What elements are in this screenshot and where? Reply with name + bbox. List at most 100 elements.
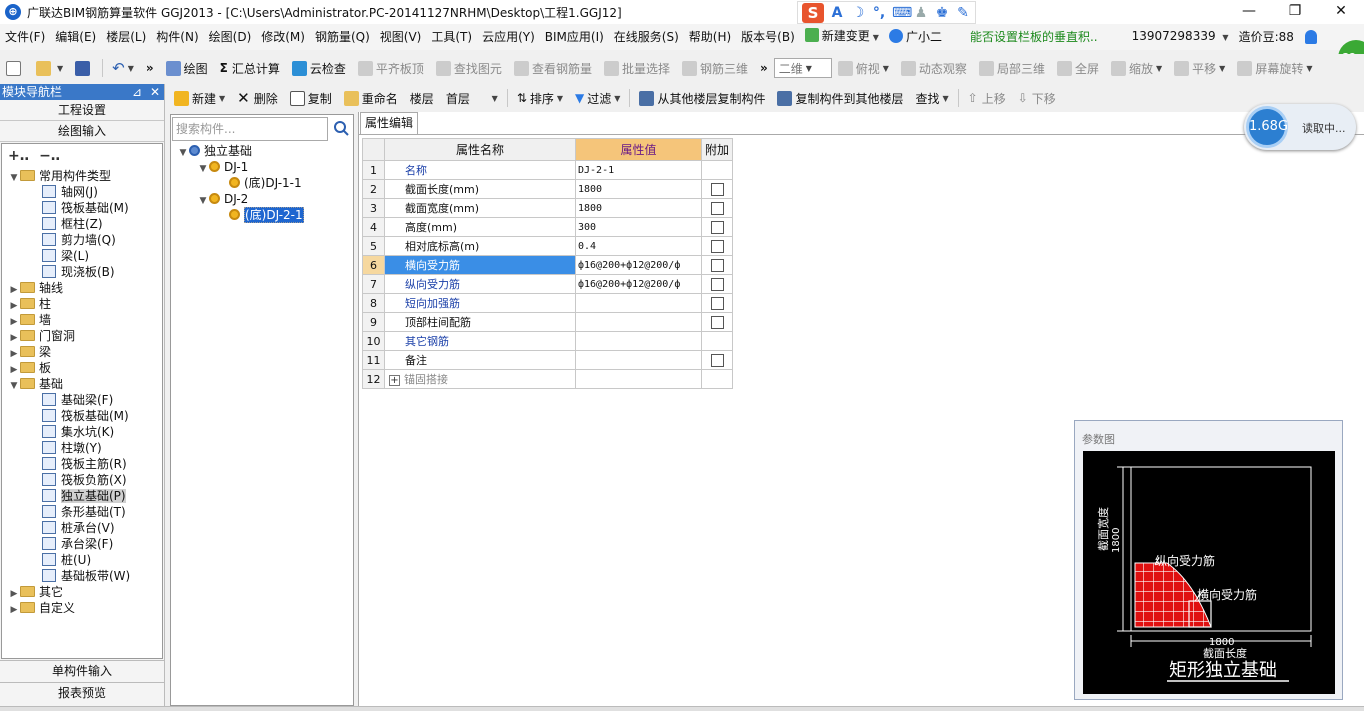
copy-button[interactable]: 复制: [284, 86, 338, 110]
notice-link[interactable]: 能否设置栏板的垂直积..: [965, 24, 1103, 50]
property-row[interactable]: 7 纵向受力筋 ф16@200+ф12@200/ф: [362, 274, 733, 294]
component-tree-item[interactable]: (底)DJ-1-1: [171, 175, 353, 191]
nav-close-icon[interactable]: ✕: [150, 84, 160, 100]
find-button[interactable]: 查找 ▼: [909, 86, 954, 110]
zoom-button[interactable]: 缩放 ▼: [1105, 56, 1168, 80]
nav-tree-item[interactable]: 现浇板(B): [2, 264, 162, 280]
copy-to-floor-button[interactable]: 复制构件到其他楼层: [771, 86, 909, 110]
close-button[interactable]: ✕: [1318, 0, 1364, 24]
floor-select[interactable]: 首层 ▼: [440, 86, 504, 110]
memory-usage-badge[interactable]: 1.68G 读取中...: [1244, 104, 1356, 150]
nav-tree-item[interactable]: 筏板基础(M): [2, 408, 162, 424]
menu-assistant[interactable]: 广小二: [884, 24, 947, 50]
component-tree-item[interactable]: ▼ 独立基础: [171, 143, 353, 159]
property-value-field[interactable]: [575, 369, 702, 389]
nav-tree-item[interactable]: 梁(L): [2, 248, 162, 264]
local-3d-button[interactable]: 局部三维: [973, 56, 1051, 80]
rebar-3d-button[interactable]: 钢筋三维: [676, 56, 754, 80]
keyboard-icon[interactable]: ⌨: [892, 5, 912, 21]
search-input[interactable]: 搜索构件...: [172, 117, 328, 141]
find-element-button[interactable]: 查找图元: [430, 56, 508, 80]
open-file-button[interactable]: ▼: [30, 56, 69, 80]
property-value-field[interactable]: ф16@200+ф12@200/ф: [575, 274, 702, 294]
tab-single-input[interactable]: 单构件输入: [0, 660, 164, 681]
nav-tree-item[interactable]: 基础板带(W): [2, 568, 162, 584]
property-row[interactable]: 6 横向受力筋 ф16@200+ф12@200/ф: [362, 255, 733, 275]
top-view-button[interactable]: 俯视 ▼: [832, 56, 895, 80]
flat-slab-button[interactable]: 平齐板顶: [352, 56, 430, 80]
nav-tree-item[interactable]: 剪力墙(Q): [2, 232, 162, 248]
menu-rebar-qty[interactable]: 钢筋量(Q): [310, 24, 375, 50]
property-value-field[interactable]: ф16@200+ф12@200/ф: [575, 255, 702, 275]
property-value-field[interactable]: [575, 331, 702, 351]
copy-from-floor-button[interactable]: 从其他楼层复制构件: [633, 86, 771, 110]
property-row[interactable]: 10 其它钢筋: [362, 331, 733, 351]
extra-checkbox[interactable]: [710, 296, 724, 310]
menu-help[interactable]: 帮助(H): [684, 24, 736, 50]
menu-file[interactable]: 文件(F): [0, 24, 50, 50]
sum-button[interactable]: Σ 汇总计算: [214, 56, 286, 80]
pin-icon[interactable]: ⊿: [132, 84, 142, 100]
component-tree-item[interactable]: ▼ DJ-1: [171, 159, 353, 175]
nav-tree-item[interactable]: 筏板基础(M): [2, 200, 162, 216]
nav-tree-item[interactable]: 筏板负筋(X): [2, 472, 162, 488]
batch-select-button[interactable]: 批量选择: [598, 56, 676, 80]
property-value-field[interactable]: 1800: [575, 198, 702, 218]
nav-tree-item[interactable]: ▶ 柱: [2, 296, 162, 312]
nav-tree-item[interactable]: ▶ 门窗洞: [2, 328, 162, 344]
property-row[interactable]: 5 相对底标高(m) 0.4: [362, 236, 733, 256]
user-icon[interactable]: ♟: [913, 5, 929, 21]
rename-button[interactable]: 重命名: [338, 86, 404, 110]
menu-new-change[interactable]: 新建变更 ▼: [800, 23, 884, 51]
nav-tree-item[interactable]: 柱墩(Y): [2, 440, 162, 456]
property-value-field[interactable]: 0.4: [575, 236, 702, 256]
menu-draw[interactable]: 绘图(D): [204, 24, 257, 50]
punctuation-icon[interactable]: °,: [871, 5, 887, 21]
nav-tree-item[interactable]: 基础梁(F): [2, 392, 162, 408]
menu-floor[interactable]: 楼层(L): [101, 24, 151, 50]
menu-online[interactable]: 在线服务(S): [609, 24, 684, 50]
filter-button[interactable]: ▼ 过滤 ▼: [569, 86, 626, 110]
menu-cloud[interactable]: 云应用(Y): [477, 24, 540, 50]
save-button[interactable]: [69, 56, 99, 80]
cloud-check-button[interactable]: 云检查: [286, 56, 352, 80]
rotate-button[interactable]: 屏幕旋转 ▼: [1231, 56, 1318, 80]
property-value-field[interactable]: [575, 312, 702, 332]
view-mode-select[interactable]: 二维 ▼: [773, 58, 832, 78]
property-value-field[interactable]: 300: [575, 217, 702, 237]
tab-project-settings[interactable]: 工程设置: [0, 100, 164, 121]
menu-version[interactable]: 版本号(B): [736, 24, 800, 50]
nav-tree-item[interactable]: 条形基础(T): [2, 504, 162, 520]
nav-tree-item[interactable]: ▶ 轴线: [2, 280, 162, 296]
nav-tree-item[interactable]: ▼ 常用构件类型: [2, 168, 162, 184]
menu-bim[interactable]: BIM应用(I): [540, 24, 609, 50]
moon-icon[interactable]: ☽: [850, 5, 866, 21]
move-down-button[interactable]: ⇩ 下移: [1012, 86, 1062, 110]
wrench-icon[interactable]: ✎: [955, 5, 971, 21]
property-row[interactable]: 1 名称 DJ-2-1: [362, 160, 733, 180]
extra-checkbox[interactable]: [710, 258, 724, 272]
nav-tree-item[interactable]: 桩(U): [2, 552, 162, 568]
view-rebar-button[interactable]: 查看钢筋量: [508, 56, 598, 80]
extra-checkbox[interactable]: [710, 220, 724, 234]
property-value-field[interactable]: DJ-2-1: [575, 160, 702, 180]
property-row[interactable]: 4 高度(mm) 300: [362, 217, 733, 237]
nav-tree-item[interactable]: 框柱(Z): [2, 216, 162, 232]
property-row[interactable]: 3 截面宽度(mm) 1800: [362, 198, 733, 218]
sort-button[interactable]: ⇅ 排序 ▼: [511, 86, 569, 110]
collapse-all-icon[interactable]: −‥: [39, 148, 60, 164]
tab-property-edit[interactable]: 属性编辑: [360, 112, 418, 134]
nav-tree-item[interactable]: ▶ 梁: [2, 344, 162, 360]
component-tree-item[interactable]: ▼ DJ-2: [171, 191, 353, 207]
property-value-field[interactable]: 1800: [575, 179, 702, 199]
delete-button[interactable]: ✕ 删除: [231, 86, 284, 110]
new-file-button[interactable]: [0, 56, 30, 80]
tab-report-preview[interactable]: 报表预览: [0, 682, 164, 703]
menu-tools[interactable]: 工具(T): [426, 24, 477, 50]
property-row[interactable]: 9 顶部柱间配筋: [362, 312, 733, 332]
nav-tree-item[interactable]: 集水坑(K): [2, 424, 162, 440]
extra-checkbox[interactable]: [710, 182, 724, 196]
new-component-button[interactable]: 新建 ▼: [168, 86, 231, 110]
dynamic-view-button[interactable]: 动态观察: [895, 56, 973, 80]
menu-component[interactable]: 构件(N): [151, 24, 203, 50]
